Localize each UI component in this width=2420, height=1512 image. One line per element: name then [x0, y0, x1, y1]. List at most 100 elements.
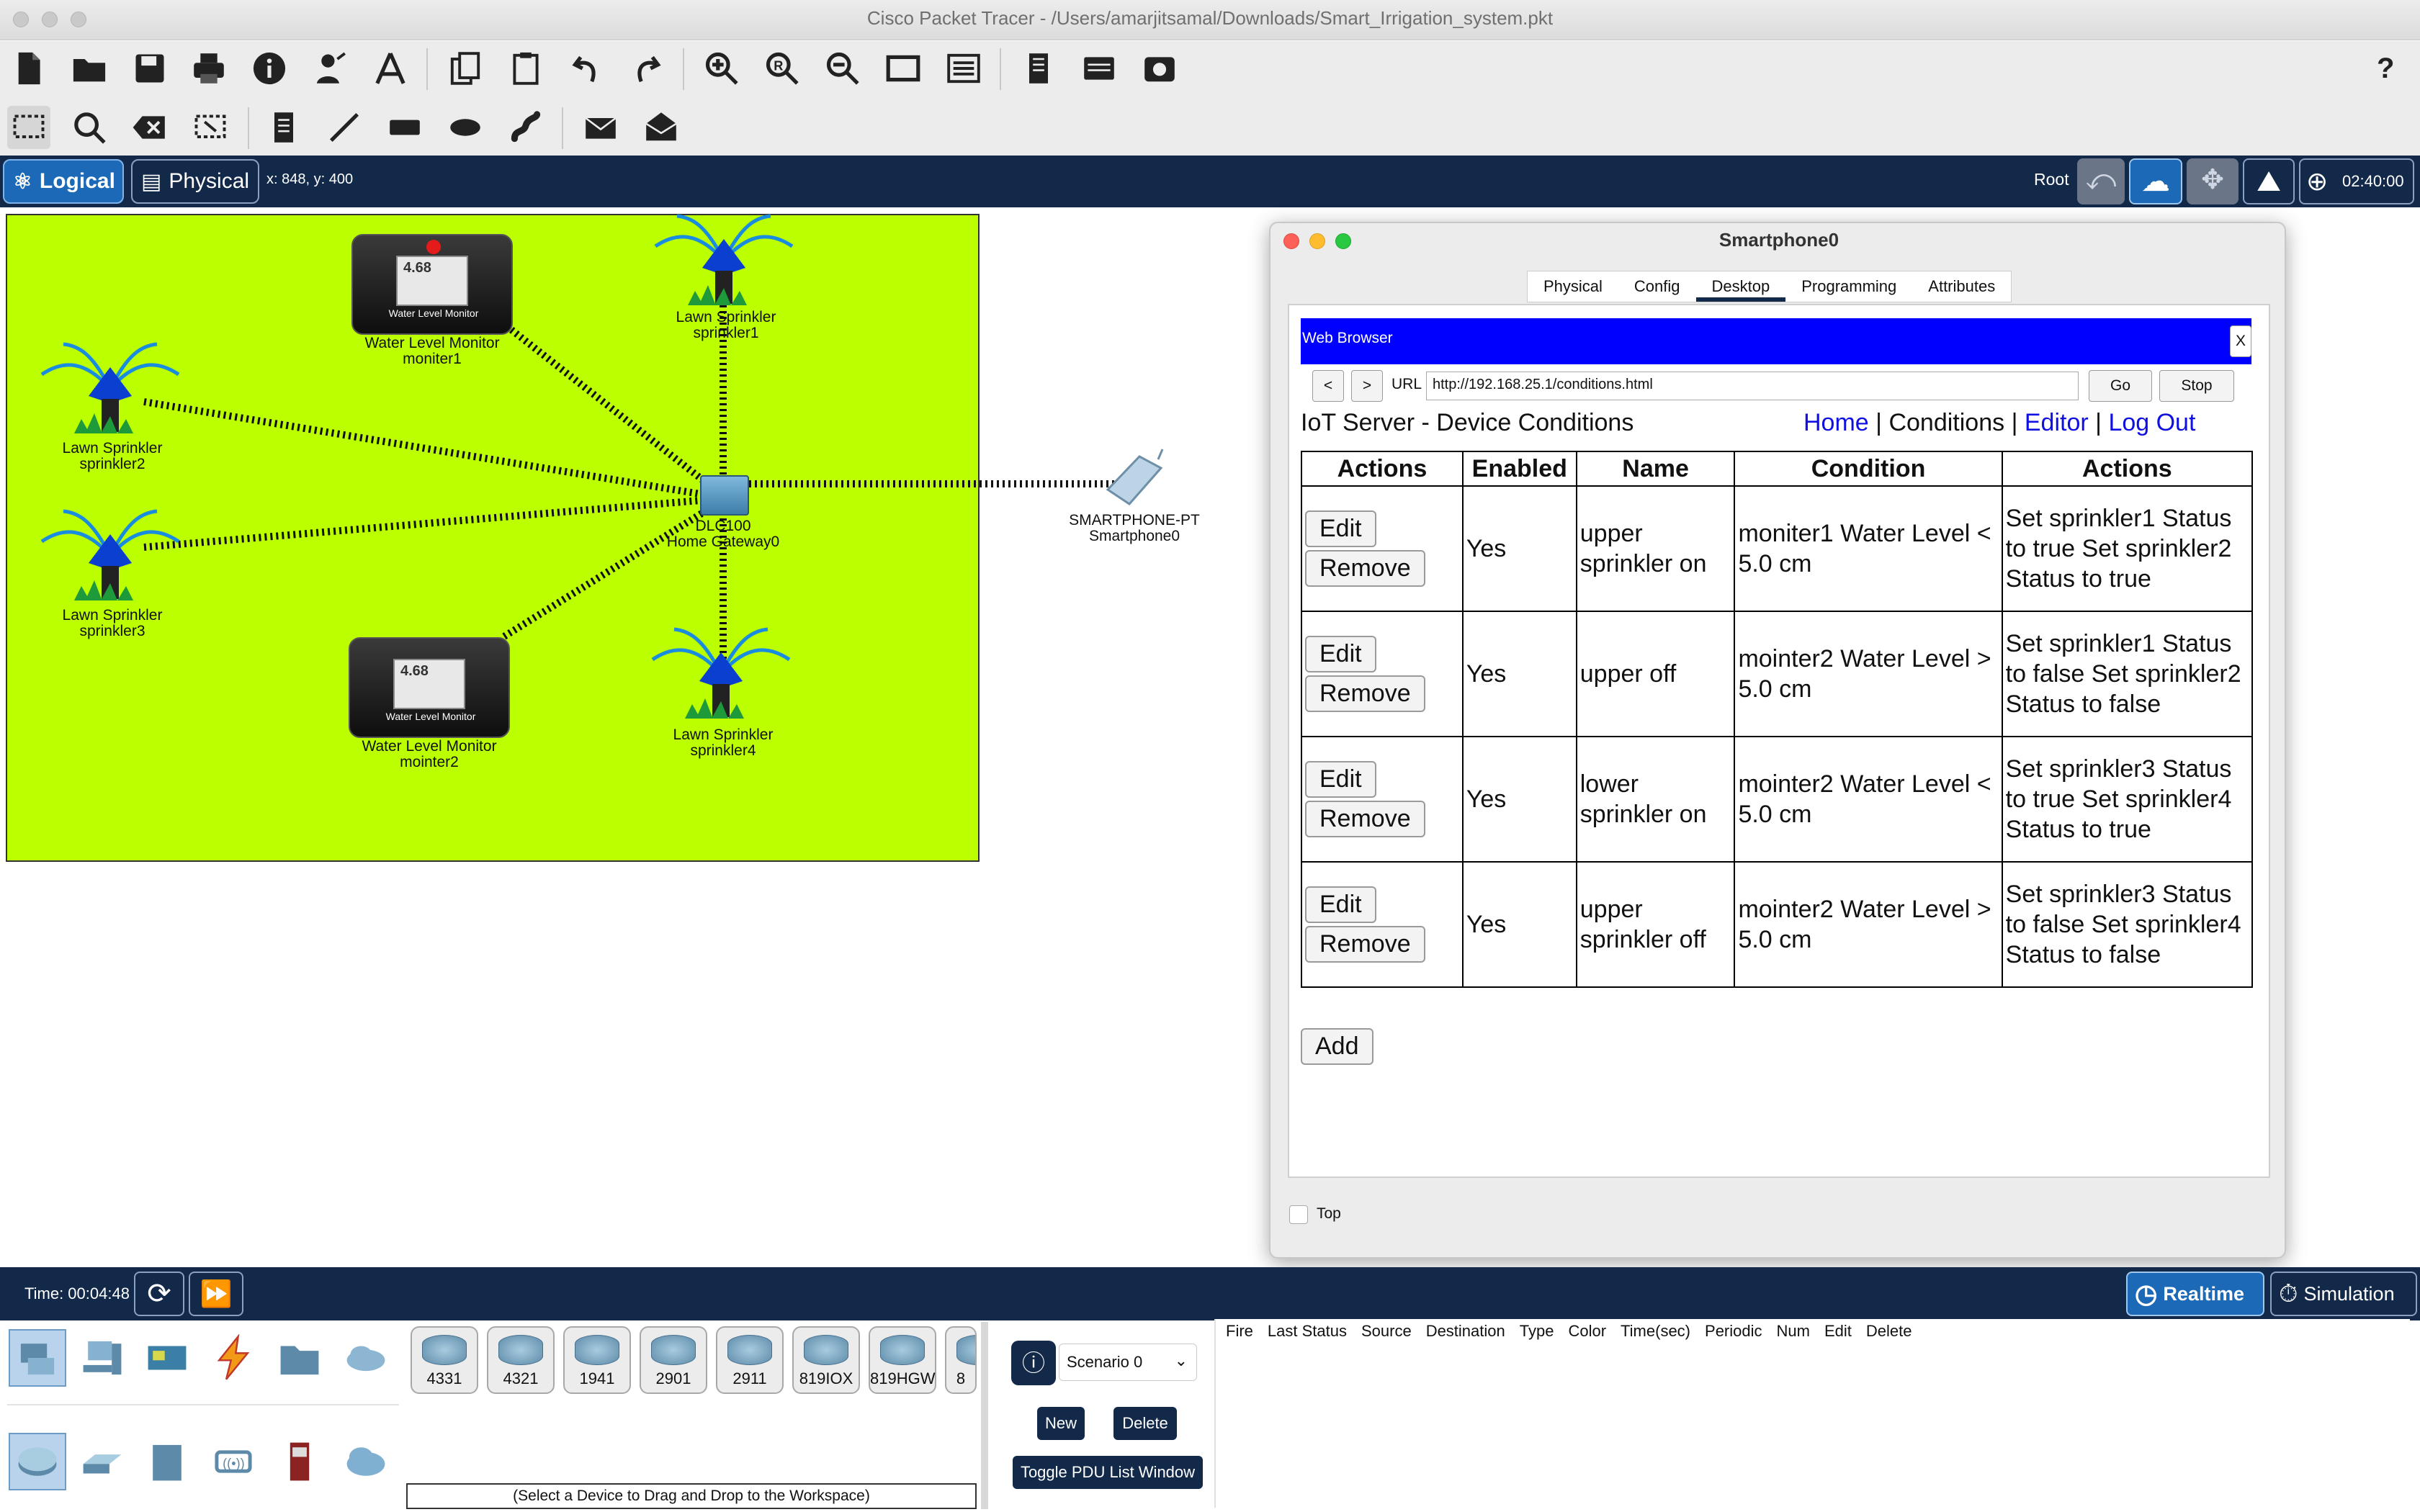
- multiuser-category-icon[interactable]: [337, 1329, 395, 1387]
- new-cluster-icon[interactable]: ☁: [2129, 158, 2182, 204]
- note-icon[interactable]: [262, 106, 305, 149]
- move-object-icon[interactable]: ✥: [2187, 158, 2238, 204]
- physical-view-tab[interactable]: ▤ Physical: [131, 159, 259, 204]
- remove-button[interactable]: Remove: [1305, 801, 1425, 837]
- edit-button[interactable]: Edit: [1305, 886, 1376, 923]
- tab-physical[interactable]: Physical: [1528, 271, 1618, 302]
- zoom-out-icon[interactable]: [821, 47, 864, 90]
- router-model-1941[interactable]: 1941: [563, 1326, 631, 1394]
- router-model-2911[interactable]: 2911: [716, 1326, 784, 1394]
- tab-config[interactable]: Config: [1618, 271, 1696, 302]
- image-icon[interactable]: [1138, 47, 1181, 90]
- fast-forward-icon[interactable]: ⏩: [189, 1272, 243, 1316]
- background-image-icon[interactable]: ⛰: [2243, 158, 2295, 204]
- home-link[interactable]: Home: [1803, 409, 1869, 436]
- open-folder-icon[interactable]: [68, 47, 111, 90]
- physical-view-icon[interactable]: [1017, 47, 1060, 90]
- editor-link[interactable]: Editor: [2025, 409, 2089, 436]
- lawn-sprinkler-icon[interactable]: [648, 210, 799, 311]
- router-model-2901[interactable]: 2901: [640, 1326, 707, 1394]
- scroll-divider[interactable]: [981, 1322, 988, 1509]
- url-input[interactable]: http://192.168.25.1/conditions.html: [1426, 372, 2079, 400]
- line-icon[interactable]: [323, 106, 366, 149]
- router-model-4331[interactable]: 4331: [411, 1326, 478, 1394]
- lawn-sprinkler-icon[interactable]: [35, 338, 186, 439]
- tab-attributes[interactable]: Attributes: [1912, 271, 2011, 302]
- network-devices-category-icon[interactable]: [9, 1329, 66, 1387]
- routers-category-icon[interactable]: [9, 1433, 66, 1490]
- security-category-icon[interactable]: [271, 1433, 328, 1490]
- stop-button[interactable]: Stop: [2159, 370, 2234, 402]
- go-button[interactable]: Go: [2089, 370, 2152, 402]
- print-icon[interactable]: [187, 47, 230, 90]
- inspect-icon[interactable]: [68, 106, 111, 149]
- viewport-clock[interactable]: ⊕ 02:40:00: [2299, 158, 2414, 204]
- logout-link[interactable]: Log Out: [2108, 409, 2195, 436]
- info-icon[interactable]: [248, 47, 291, 90]
- remove-button[interactable]: Remove: [1305, 926, 1425, 963]
- water-level-monitor-2[interactable]: 4.68 Water Level Monitor: [349, 637, 510, 738]
- scenario-select[interactable]: Scenario 0 ⌄: [1059, 1344, 1197, 1381]
- edit-button[interactable]: Edit: [1305, 761, 1376, 798]
- ellipse-icon[interactable]: [444, 106, 487, 149]
- browser-back-button[interactable]: <: [1312, 370, 1344, 402]
- select-icon[interactable]: [7, 106, 50, 149]
- network-info-icon[interactable]: [1077, 47, 1121, 90]
- router-model-819iox[interactable]: 819IOX: [792, 1326, 860, 1394]
- simple-pdu-icon[interactable]: [579, 106, 622, 149]
- browser-close-button[interactable]: X: [2230, 325, 2251, 357]
- realtime-mode-button[interactable]: ◷ Realtime: [2126, 1272, 2264, 1316]
- simulation-mode-button[interactable]: ⏱ Simulation: [2270, 1272, 2417, 1316]
- router-model-partial[interactable]: 8: [945, 1326, 977, 1394]
- tab-programming[interactable]: Programming: [1785, 271, 1912, 302]
- zoom-in-icon[interactable]: [700, 47, 743, 90]
- new-file-icon[interactable]: [7, 47, 50, 90]
- end-devices-category-icon[interactable]: [73, 1329, 131, 1387]
- activity-wizard-icon[interactable]: [308, 47, 351, 90]
- top-checkbox[interactable]: [1289, 1205, 1308, 1224]
- home-gateway-icon[interactable]: [700, 475, 749, 516]
- lawn-sprinkler-icon[interactable]: [645, 624, 797, 724]
- redo-icon[interactable]: [625, 47, 668, 90]
- lawn-sprinkler-icon[interactable]: [35, 505, 186, 606]
- wireless-category-icon[interactable]: ((•)): [205, 1433, 262, 1490]
- logical-view-tab[interactable]: ⚛ Logical: [3, 159, 124, 204]
- new-scenario-button[interactable]: New: [1037, 1407, 1085, 1440]
- resize-icon[interactable]: [189, 106, 232, 149]
- connections-category-icon[interactable]: [205, 1329, 262, 1387]
- delete-scenario-button[interactable]: Delete: [1113, 1407, 1177, 1440]
- router-model-4321[interactable]: 4321: [487, 1326, 555, 1394]
- toggle-pdu-list-button[interactable]: Toggle PDU List Window: [1013, 1456, 1203, 1489]
- back-icon[interactable]: ⤺: [2077, 158, 2125, 204]
- edit-button[interactable]: Edit: [1305, 636, 1376, 672]
- misc-category-icon[interactable]: [271, 1329, 328, 1387]
- custom-drawing-icon[interactable]: [369, 47, 412, 90]
- add-button[interactable]: Add: [1301, 1028, 1373, 1065]
- wan-emulation-category-icon[interactable]: [337, 1433, 395, 1490]
- help-icon[interactable]: ?: [2377, 53, 2394, 85]
- copy-icon[interactable]: [444, 47, 487, 90]
- save-icon[interactable]: [128, 47, 171, 90]
- switches-category-icon[interactable]: [73, 1433, 131, 1490]
- zoom-reset-icon[interactable]: R: [761, 47, 804, 90]
- components-category-icon[interactable]: [138, 1329, 196, 1387]
- custom-device-icon[interactable]: [942, 47, 985, 90]
- hubs-category-icon[interactable]: [138, 1433, 196, 1490]
- smartphone-icon[interactable]: [1093, 446, 1180, 511]
- router-model-819hgw[interactable]: 819HGW: [869, 1326, 936, 1394]
- browser-forward-button[interactable]: >: [1351, 370, 1383, 402]
- remove-button[interactable]: Remove: [1305, 675, 1425, 712]
- water-level-monitor-1[interactable]: 4.68 Water Level Monitor: [351, 234, 513, 335]
- complex-pdu-icon[interactable]: [640, 106, 683, 149]
- edit-button[interactable]: Edit: [1305, 510, 1376, 547]
- info-icon[interactable]: ⓘ: [1011, 1341, 1056, 1385]
- paste-icon[interactable]: [504, 47, 547, 90]
- rectangle-icon[interactable]: [383, 106, 426, 149]
- freeform-icon[interactable]: [504, 106, 547, 149]
- undo-icon[interactable]: [565, 47, 608, 90]
- tab-desktop[interactable]: Desktop: [1695, 271, 1786, 302]
- remove-button[interactable]: Remove: [1305, 550, 1425, 587]
- drawing-palette-icon[interactable]: [882, 47, 925, 90]
- power-cycle-icon[interactable]: ⟳: [134, 1272, 184, 1316]
- delete-icon[interactable]: [128, 106, 171, 149]
